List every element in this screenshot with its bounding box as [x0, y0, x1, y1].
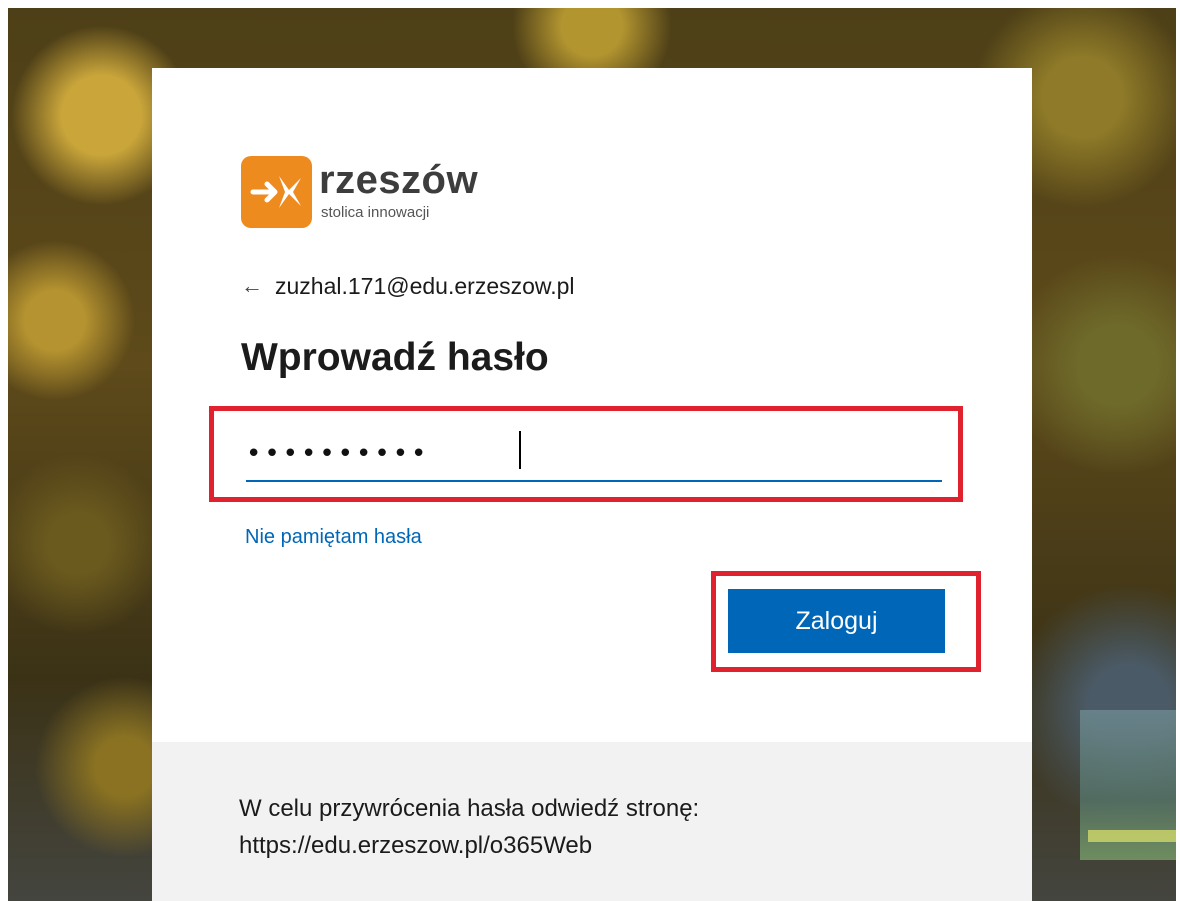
password-reset-info: W celu przywrócenia hasła odwiedź stronę…: [239, 795, 700, 859]
brand-name: rzeszów: [319, 158, 479, 202]
password-highlight-frame: [209, 406, 963, 502]
rzeszow-logo-icon: [241, 156, 312, 228]
background-sign: [1088, 830, 1176, 842]
back-to-identity-button[interactable]: ← zuzhal.171@edu.erzeszow.pl: [241, 271, 575, 301]
brand-logo: rzeszów stolica innowacji: [241, 156, 501, 236]
page-title: Wprowadź hasło: [241, 336, 549, 379]
identity-email: zuzhal.171@edu.erzeszow.pl: [275, 272, 575, 299]
card-footer: W celu przywrócenia hasła odwiedź stronę…: [152, 742, 1032, 901]
arrow-left-icon: ←: [241, 273, 263, 298]
brand-tagline: stolica innowacji: [321, 204, 430, 221]
forgot-password-link[interactable]: Nie pamiętam hasła: [245, 526, 422, 549]
signin-highlight-frame: [711, 571, 981, 672]
